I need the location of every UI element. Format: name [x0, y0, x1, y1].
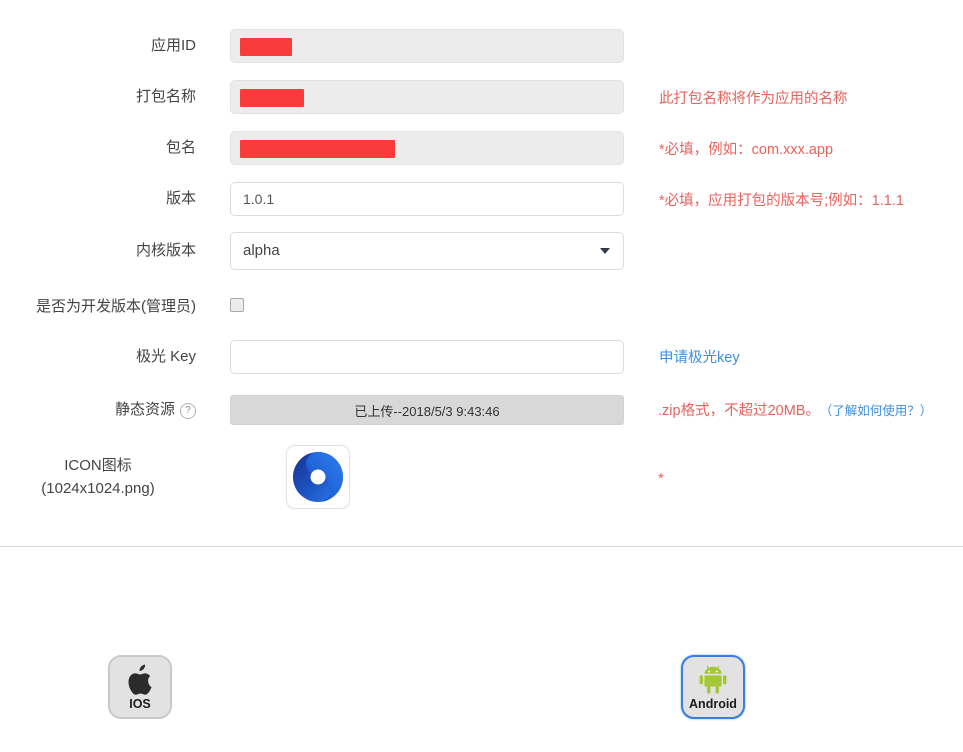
- kernel-version-value: alpha: [243, 242, 280, 259]
- package-title-input[interactable]: [230, 80, 624, 114]
- hint-package-title: 此打包名称将作为应用的名称: [659, 91, 848, 107]
- label-app-id: 应用ID: [150, 37, 196, 55]
- field-wrap-version: [230, 182, 624, 216]
- label-is-dev-build: 是否为开发版本(管理员): [36, 298, 196, 316]
- hint-static-resource: .zip格式，不超过20MB。: [658, 403, 820, 419]
- form-row-kernel-version: 内核版本 alpha: [0, 232, 963, 270]
- redaction-bar: [240, 140, 395, 158]
- label-kernel-version: 内核版本: [135, 242, 196, 260]
- field-wrap-app-icon: [286, 445, 350, 509]
- field-wrap-static-resource: 已上传--2018/5/3 9:43:46: [230, 395, 624, 425]
- field-wrap-jiguang-key: [230, 340, 624, 374]
- app-icon-upload-preview[interactable]: [286, 445, 350, 509]
- apply-jiguang-key-link[interactable]: 申请极光key: [659, 346, 740, 367]
- app-id-input[interactable]: [230, 29, 624, 63]
- static-resource-upload-button[interactable]: 已上传--2018/5/3 9:43:46: [230, 395, 624, 425]
- platform-button-ios[interactable]: IOS: [108, 655, 172, 719]
- hint-version: *必填，应用打包的版本号;例如：1.1.1: [659, 193, 904, 209]
- hint-package-name: *必填，例如：com.xxx.app: [659, 142, 834, 158]
- label-app-icon-line1: ICON图标: [64, 456, 132, 474]
- form-row-jiguang-key: 极光 Key: [0, 340, 963, 374]
- platform-label-android: Android: [689, 696, 737, 711]
- app-package-form-page: 应用ID 打包名称 此打包名称将作为应用的名称 包名 *必填，例如：com.xx…: [0, 0, 963, 752]
- redaction-bar: [240, 38, 292, 56]
- label-package-name: 包名: [165, 139, 196, 157]
- field-wrap-package-name: [230, 131, 624, 165]
- chevron-down-icon: [600, 248, 610, 254]
- apple-logo-icon: [128, 664, 152, 695]
- field-wrap-is-dev-build: [206, 297, 244, 317]
- section-divider: [0, 546, 963, 547]
- platform-button-android[interactable]: Android: [681, 655, 745, 719]
- field-wrap-package-title: [230, 80, 624, 114]
- label-static-resource: 静态资源?: [0, 400, 196, 420]
- form-row-app-icon: ICON图标 (1024x1024.png): [0, 444, 963, 510]
- form-row-app-id: 应用ID: [0, 29, 963, 63]
- android-robot-icon: [699, 665, 727, 694]
- label-static-resource-text: 静态资源: [114, 401, 175, 419]
- label-jiguang-key: 极光 Key: [135, 348, 196, 366]
- how-to-use-link[interactable]: （了解如何使用？）: [826, 404, 932, 418]
- kernel-version-select[interactable]: alpha: [230, 232, 624, 270]
- platform-label-ios: IOS: [129, 696, 151, 711]
- form-row-is-dev-build: 是否为开发版本(管理员): [0, 290, 963, 324]
- package-name-input[interactable]: [230, 131, 624, 165]
- label-app-icon: ICON图标 (1024x1024.png): [0, 454, 196, 501]
- help-icon[interactable]: ?: [180, 403, 196, 420]
- is-dev-build-checkbox[interactable]: [230, 297, 244, 312]
- field-wrap-app-id: [230, 29, 624, 63]
- hint-app-icon-required: *: [658, 470, 664, 487]
- redaction-bar: [240, 89, 304, 107]
- hint-static-resource-group: .zip格式，不超过20MB。 （了解如何使用？）: [658, 399, 932, 420]
- label-package-title: 打包名称: [135, 88, 196, 106]
- blue-swirl-app-icon: [293, 452, 343, 502]
- version-input[interactable]: [230, 182, 624, 216]
- jiguang-key-input[interactable]: [230, 340, 624, 374]
- label-version: 版本: [165, 190, 196, 208]
- field-wrap-kernel-version: alpha: [230, 232, 624, 270]
- label-app-icon-line2: (1024x1024.png): [41, 480, 155, 497]
